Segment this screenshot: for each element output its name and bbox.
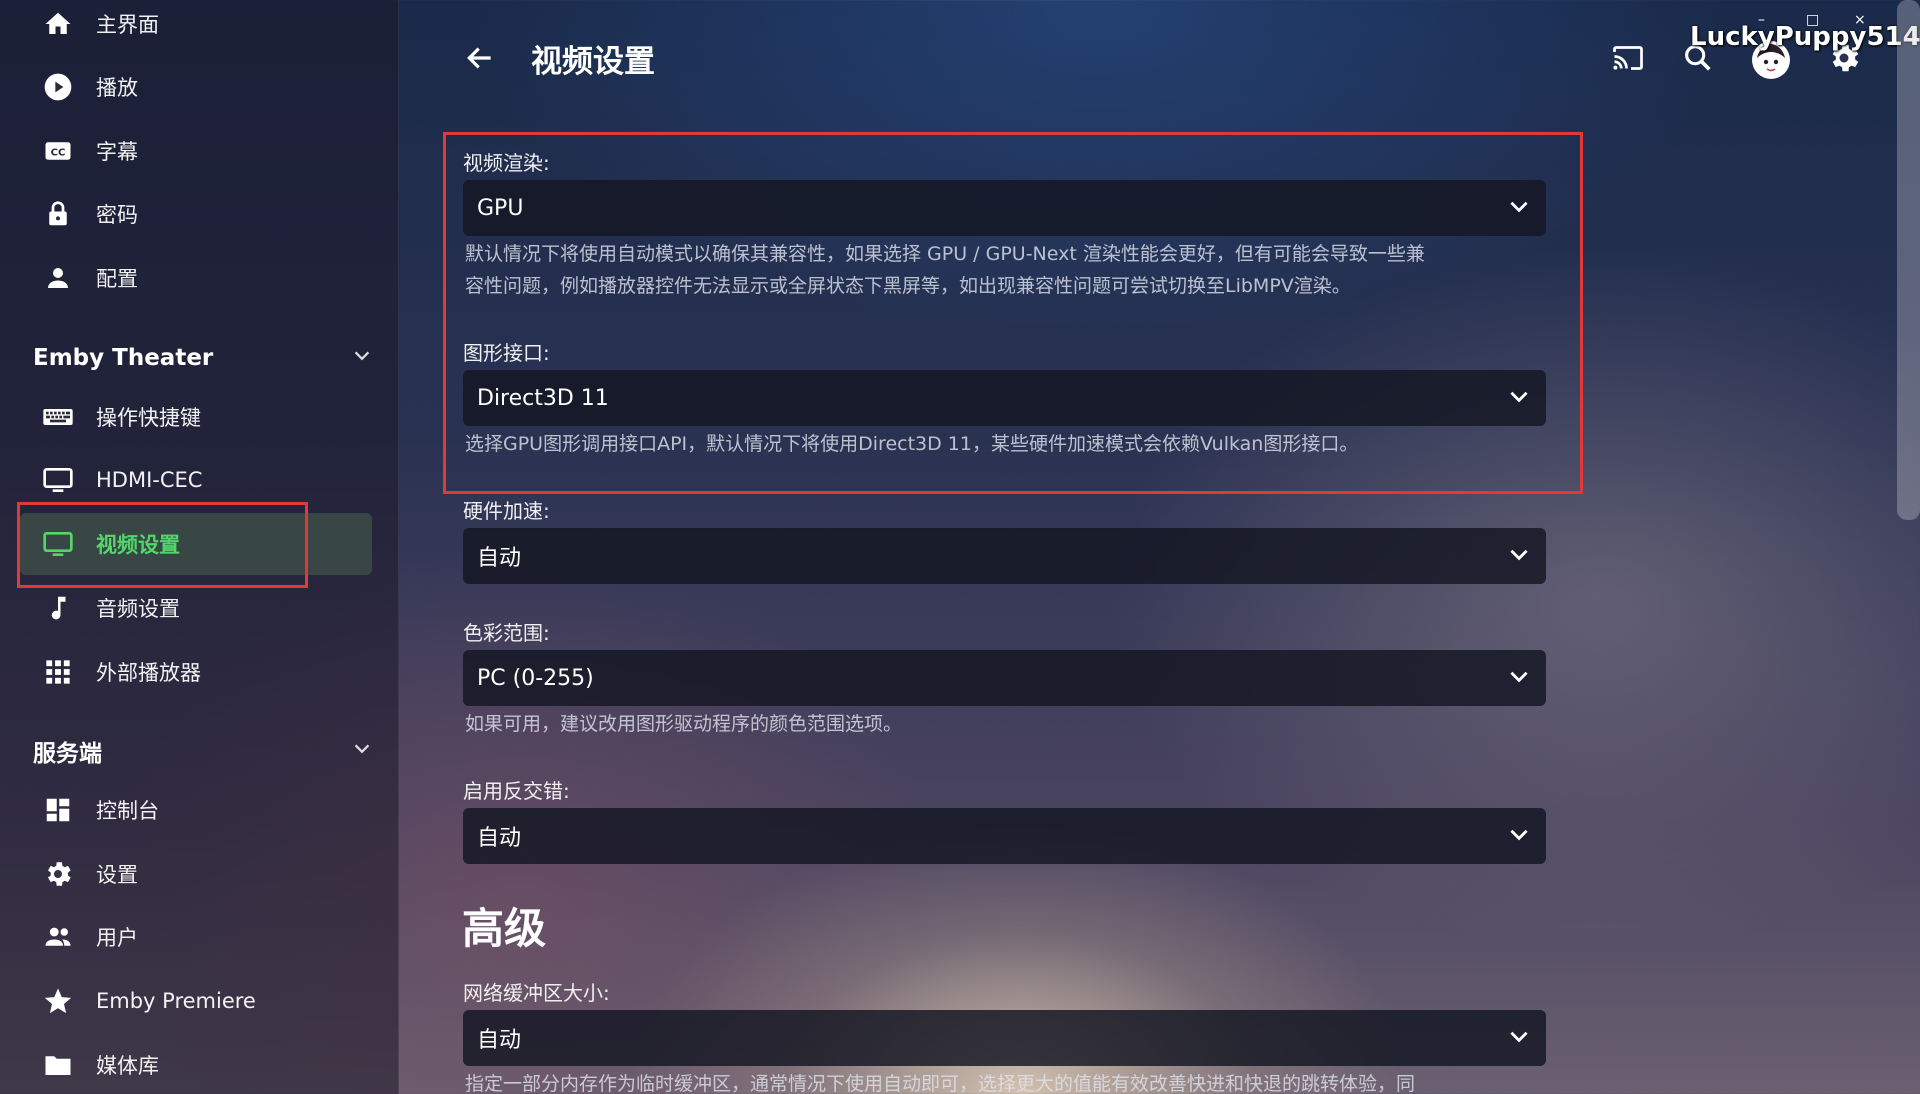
color-range-label: 色彩范围:	[463, 621, 550, 645]
select-value: 自动	[477, 1028, 522, 1053]
deinterlace-label: 启用反交错:	[463, 779, 570, 803]
select-value: GPU	[477, 195, 524, 221]
sidebar-item-label: 设置	[96, 863, 138, 887]
section-title: Emby Theater	[33, 345, 214, 371]
graphics-api-help: 选择GPU图形调用接口API，默认情况下将使用Direct3D 11，某些硬件加…	[465, 433, 1359, 455]
chevron-down-icon	[351, 738, 373, 764]
chevron-down-icon	[1506, 1023, 1532, 1053]
select-value: 自动	[477, 826, 522, 851]
sidebar-item-label: 密码	[96, 203, 138, 227]
back-button[interactable]	[460, 40, 500, 80]
sidebar-item-label: Emby Premiere	[96, 989, 256, 1013]
advanced-section-title: 高级	[462, 904, 547, 953]
sidebar-item-external-player[interactable]: 外部播放器	[20, 641, 372, 703]
chevron-down-icon	[1506, 383, 1532, 413]
graphics-api-label: 图形接口:	[463, 341, 550, 365]
chevron-down-icon	[1506, 193, 1532, 223]
hw-accel-label: 硬件加速:	[463, 499, 550, 523]
back-arrow-icon	[464, 42, 496, 78]
sidebar-item-label: 主界面	[96, 13, 159, 37]
sidebar-item-subtitles[interactable]: CC 字幕	[20, 120, 372, 182]
sidebar-item-label: 音频设置	[96, 597, 180, 621]
sidebar-item-label: 控制台	[96, 799, 159, 823]
section-header-server[interactable]: 服务端	[33, 731, 373, 771]
maximize-button[interactable]: □	[1806, 12, 1819, 28]
minimize-button[interactable]: –	[1758, 12, 1765, 28]
chevron-down-icon	[351, 345, 373, 371]
svg-text:CC: CC	[51, 147, 66, 158]
sidebar-item-label: 操作快捷键	[96, 406, 201, 430]
gear-icon	[40, 856, 76, 892]
home-icon	[40, 6, 76, 42]
music-note-icon	[40, 590, 76, 626]
render-help-line1: 默认情况下将使用自动模式以确保其兼容性，如果选择 GPU / GPU-Next …	[465, 243, 1425, 265]
chevron-down-icon	[1506, 663, 1532, 693]
sidebar-item-settings[interactable]: 设置	[20, 843, 372, 905]
network-buffer-help: 指定一部分内存作为临时缓冲区，通常情况下使用自动即可，选择更大的值能有效改善快进…	[465, 1073, 1416, 1094]
scrollbar-thumb[interactable]	[1897, 0, 1920, 520]
sidebar-item-label: 字幕	[96, 140, 138, 164]
sidebar-item-shortcuts[interactable]: 操作快捷键	[20, 386, 372, 448]
sidebar-item-emby-premiere[interactable]: Emby Premiere	[20, 970, 372, 1032]
sidebar-item-label: 播放	[96, 76, 138, 100]
close-button[interactable]: ×	[1854, 12, 1866, 28]
lock-icon	[40, 196, 76, 232]
section-header-emby-theater[interactable]: Emby Theater	[33, 338, 373, 378]
cast-icon	[1610, 40, 1646, 80]
sidebar-item-dashboard[interactable]: 控制台	[20, 779, 372, 841]
sidebar-item-label: 媒体库	[96, 1054, 159, 1078]
select-value: PC (0-255)	[477, 665, 594, 691]
highlight-box-sidebar	[17, 502, 308, 588]
folder-icon	[40, 1047, 76, 1083]
select-value: 自动	[477, 546, 522, 571]
sidebar-item-password[interactable]: 密码	[20, 183, 372, 245]
render-select[interactable]: GPU	[463, 180, 1546, 236]
grid-icon	[40, 654, 76, 690]
select-value: Direct3D 11	[477, 385, 609, 411]
sidebar-item-label: 用户	[96, 926, 138, 950]
graphics-api-select[interactable]: Direct3D 11	[463, 370, 1546, 426]
network-buffer-label: 网络缓冲区大小:	[463, 981, 610, 1005]
network-buffer-select[interactable]: 自动	[463, 1010, 1546, 1066]
color-range-select[interactable]: PC (0-255)	[463, 650, 1546, 706]
sidebar-item-playback[interactable]: 播放	[20, 56, 372, 118]
monitor-icon	[40, 462, 76, 498]
deinterlace-select[interactable]: 自动	[463, 808, 1546, 864]
sidebar-item-label: 配置	[96, 267, 138, 291]
render-help-line2: 容性问题，例如播放器控件无法显示或全屏状态下黑屏等，如出现兼容性问题可尝试切换至…	[465, 275, 1351, 297]
sidebar-item-label: 外部播放器	[96, 661, 201, 685]
keyboard-icon	[40, 399, 76, 435]
users-icon	[40, 919, 76, 955]
cast-button[interactable]	[1606, 38, 1650, 82]
sidebar-item-label: HDMI-CEC	[96, 468, 203, 492]
chevron-down-icon	[1506, 821, 1532, 851]
person-icon	[40, 260, 76, 296]
sidebar-item-users[interactable]: 用户	[20, 906, 372, 968]
closed-captions-icon: CC	[40, 133, 76, 169]
sidebar-item-profile[interactable]: 配置	[20, 247, 372, 309]
username-label: LuckyPuppy514	[1690, 22, 1920, 52]
color-range-help: 如果可用，建议改用图形驱动程序的颜色范围选项。	[465, 713, 903, 735]
hw-accel-select[interactable]: 自动	[463, 528, 1546, 584]
sidebar-item-library[interactable]: 媒体库	[20, 1034, 372, 1094]
chevron-down-icon	[1506, 541, 1532, 571]
section-title: 服务端	[33, 741, 102, 767]
dashboard-icon	[40, 792, 76, 828]
sidebar-item-home[interactable]: 主界面	[20, 0, 372, 55]
page-title: 视频设置	[531, 44, 655, 80]
render-help: 默认情况下将使用自动模式以确保其兼容性，如果选择 GPU / GPU-Next …	[465, 238, 1545, 302]
play-icon	[40, 69, 76, 105]
render-label: 视频渲染:	[463, 151, 550, 175]
star-icon	[40, 983, 76, 1019]
